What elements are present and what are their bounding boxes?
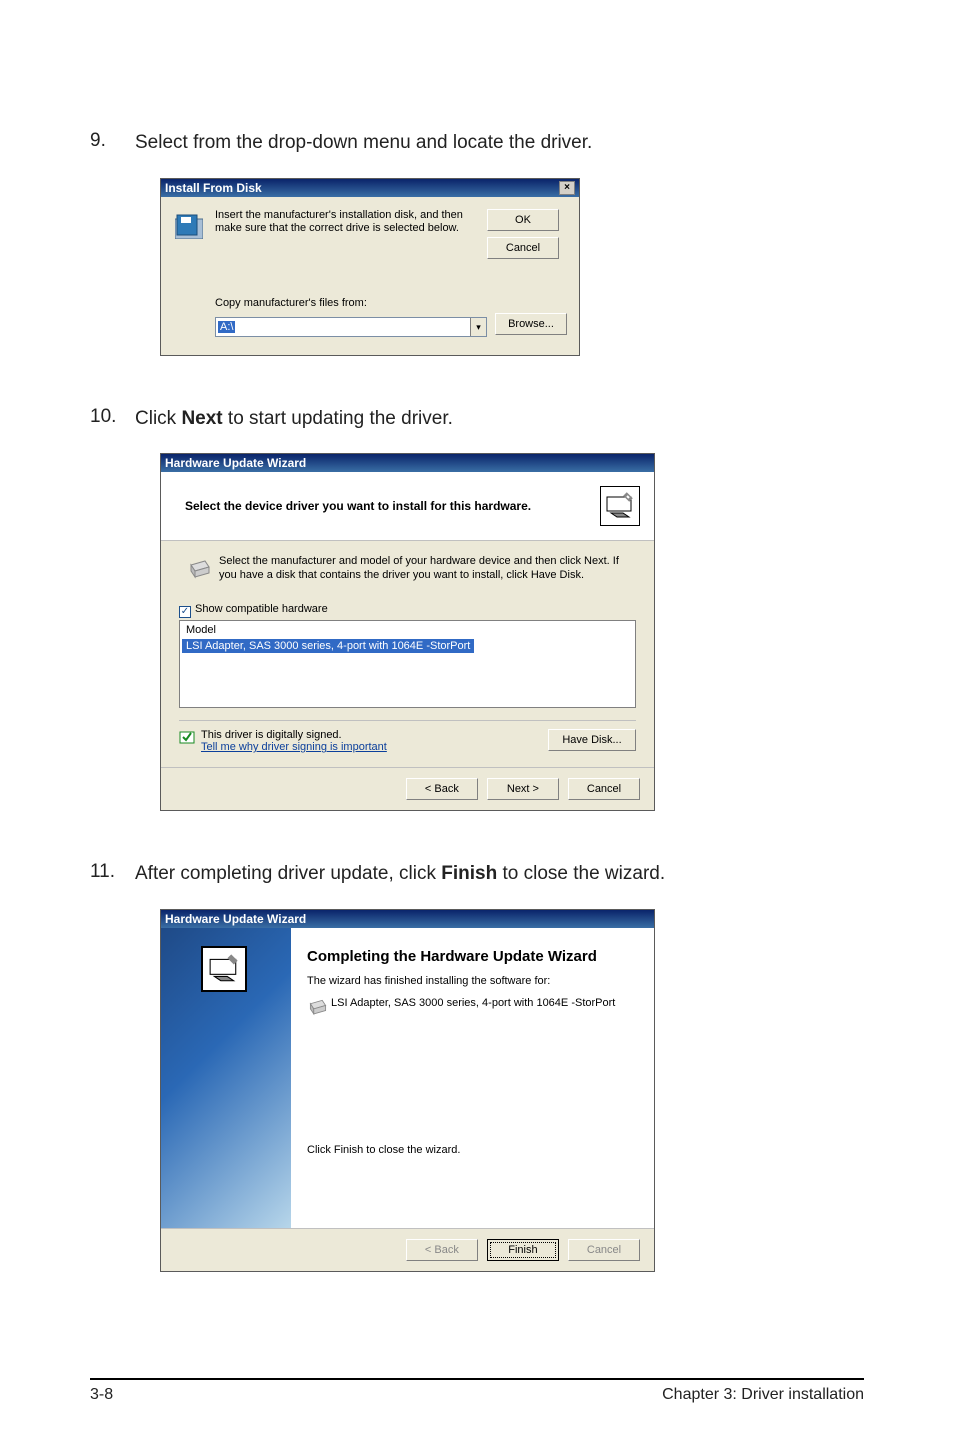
device-icon — [201, 946, 247, 992]
floppy-icon — [173, 209, 205, 241]
model-list[interactable]: Model LSI Adapter, SAS 3000 series, 4-po… — [179, 620, 636, 708]
model-header: Model — [182, 623, 633, 637]
step-11-text: After completing driver update, click Fi… — [135, 861, 864, 887]
finish-line1: The wizard has finished installing the s… — [307, 975, 638, 987]
check-icon: ✓ — [179, 606, 191, 618]
step-10-num: 10. — [90, 406, 135, 432]
ok-button[interactable]: OK — [487, 209, 559, 231]
dialog-titlebar: Install From Disk × — [161, 179, 579, 197]
path-value: A:\ — [218, 321, 235, 333]
step-11-b: to close the wizard. — [497, 863, 665, 884]
device-icon — [600, 486, 640, 526]
dialog-title: Hardware Update Wizard — [165, 912, 306, 926]
dialog-title: Hardware Update Wizard — [165, 456, 306, 470]
step-10-text: Click Next to start updating the driver. — [135, 406, 864, 432]
close-icon[interactable]: × — [559, 181, 575, 195]
chip-icon — [187, 555, 213, 585]
info-text: Select the manufacturer and model of you… — [219, 555, 636, 583]
page-number: 3-8 — [90, 1386, 113, 1404]
copy-from-label: Copy manufacturer's files from: — [215, 297, 567, 309]
step-10-bold: Next — [181, 408, 222, 429]
dialog-titlebar: Hardware Update Wizard — [161, 454, 654, 472]
page-footer: 3-8 Chapter 3: Driver installation — [90, 1378, 864, 1404]
step-11-bold: Finish — [441, 863, 497, 884]
next-button[interactable]: Next > — [487, 778, 559, 800]
finish-heading: Completing the Hardware Update Wizard — [307, 948, 638, 965]
step-10: 10. Click Next to start updating the dri… — [90, 406, 864, 432]
dialog-heading: Select the device driver you want to ins… — [185, 499, 600, 513]
step-11: 11. After completing driver update, clic… — [90, 861, 864, 887]
model-item[interactable]: LSI Adapter, SAS 3000 series, 4-port wit… — [182, 639, 474, 653]
back-button[interactable]: < Back — [406, 778, 478, 800]
device-name: LSI Adapter, SAS 3000 series, 4-port wit… — [331, 997, 615, 1024]
install-from-disk-dialog: Install From Disk × Insert the manufactu… — [160, 178, 580, 356]
step-10-a: Click — [135, 408, 181, 429]
step-9-text: Select from the drop-down menu and locat… — [135, 130, 864, 156]
chapter-title: Chapter 3: Driver installation — [662, 1386, 864, 1404]
show-compatible-label: Show compatible hardware — [195, 603, 328, 615]
dialog-message: Insert the manufacturer's installation d… — [215, 209, 487, 265]
signing-link[interactable]: Tell me why driver signing is important — [201, 741, 387, 753]
step-10-b: to start updating the driver. — [223, 408, 453, 429]
select-driver-dialog: Hardware Update Wizard Select the device… — [160, 453, 655, 811]
step-9-num: 9. — [90, 130, 135, 156]
signed-text: This driver is digitally signed. — [201, 729, 548, 741]
wizard-side-image — [161, 928, 291, 1228]
dialog-titlebar: Hardware Update Wizard — [161, 910, 654, 928]
signed-icon — [179, 729, 197, 748]
chip-icon — [307, 997, 331, 1024]
cancel-button[interactable]: Cancel — [568, 778, 640, 800]
finish-dialog: Hardware Update Wizard Completing the Ha… — [160, 909, 655, 1272]
browse-button[interactable]: Browse... — [495, 313, 567, 335]
step-11-a: After completing driver update, click — [135, 863, 441, 884]
cancel-button[interactable]: Cancel — [487, 237, 559, 259]
have-disk-button[interactable]: Have Disk... — [548, 729, 636, 751]
step-9: 9. Select from the drop-down menu and lo… — [90, 130, 864, 156]
chevron-down-icon[interactable]: ▾ — [470, 318, 486, 336]
finish-line2: Click Finish to close the wizard. — [307, 1144, 638, 1156]
finish-button[interactable]: Finish — [487, 1239, 559, 1261]
cancel-button: Cancel — [568, 1239, 640, 1261]
show-compatible-checkbox[interactable]: ✓ Show compatible hardware — [179, 603, 636, 618]
back-button: < Back — [406, 1239, 478, 1261]
step-11-num: 11. — [90, 861, 135, 887]
dialog-title: Install From Disk — [165, 181, 262, 195]
path-combo[interactable]: A:\ ▾ — [215, 317, 487, 337]
